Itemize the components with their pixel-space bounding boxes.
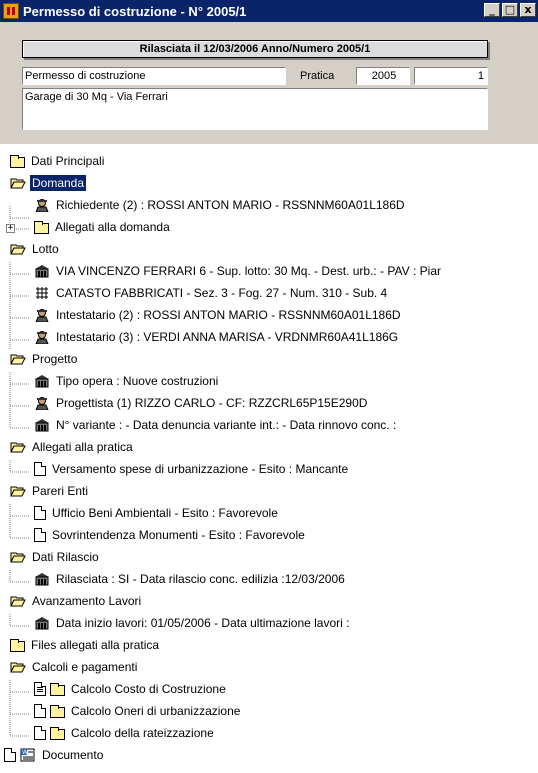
document-icon bbox=[34, 528, 46, 542]
tree-node-dati-principali[interactable]: Dati Principali bbox=[10, 150, 106, 172]
close-button[interactable]: x bbox=[520, 3, 536, 17]
folder-closed-icon bbox=[50, 682, 65, 696]
folder-open-icon bbox=[10, 595, 26, 607]
person-icon bbox=[34, 330, 50, 345]
tree-node-allegati-pratica[interactable]: Allegati alla pratica bbox=[10, 436, 135, 458]
tree-node-documento[interactable]: W Documento bbox=[4, 744, 105, 766]
person-icon bbox=[34, 396, 50, 411]
title-bar[interactable]: Permesso di costruzione - N° 2005/1 _ □ … bbox=[0, 0, 538, 22]
tree-node-versamento[interactable]: Versamento spese di urbanizzazione - Esi… bbox=[34, 458, 350, 480]
folder-open-icon bbox=[10, 661, 26, 673]
tree-node-intestatario-3[interactable]: Intestatario (3) : VERDI ANNA MARISA - V… bbox=[34, 326, 400, 348]
folder-open-icon bbox=[10, 243, 26, 255]
window-title: Permesso di costruzione - N° 2005/1 bbox=[23, 3, 247, 19]
folder-open-icon bbox=[10, 485, 26, 497]
tree-node-calcolo-rate[interactable]: Calcolo della rateizzazione bbox=[34, 722, 216, 744]
folder-closed-icon bbox=[10, 638, 25, 652]
tree-node-tipo-opera[interactable]: Tipo opera : Nuove costruzioni bbox=[34, 370, 220, 392]
tree-node-files-allegati[interactable]: Files allegati alla pratica bbox=[10, 634, 161, 656]
folder-closed-icon bbox=[10, 154, 25, 168]
type-field[interactable]: Permesso di costruzione bbox=[22, 67, 286, 85]
tree-node-progetto[interactable]: Progetto bbox=[10, 348, 79, 370]
tree-node-progettista[interactable]: Progettista (1) RIZZO CARLO - CF: RZZCRL… bbox=[34, 392, 369, 414]
document-icon bbox=[34, 506, 46, 520]
tree-node-domanda[interactable]: Domanda bbox=[10, 172, 87, 194]
status-banner: Rilasciata il 12/03/2006 Anno/Numero 200… bbox=[22, 40, 488, 58]
minimize-button[interactable]: _ bbox=[484, 3, 500, 17]
folder-open-icon bbox=[10, 551, 26, 563]
building-icon bbox=[34, 572, 50, 586]
building-icon bbox=[34, 264, 50, 278]
folder-closed-icon bbox=[50, 726, 65, 740]
document-icon bbox=[4, 748, 16, 762]
document-icon bbox=[34, 462, 46, 476]
description-field[interactable]: Garage di 30 Mq - Via Ferrari bbox=[22, 88, 488, 130]
year-field[interactable]: 2005 bbox=[356, 67, 410, 85]
header-panel: Rilasciata il 12/03/2006 Anno/Numero 200… bbox=[0, 22, 538, 144]
tree-node-calcolo-costo[interactable]: Calcolo Costo di Costruzione bbox=[34, 678, 228, 700]
tree-node-avanzamento[interactable]: Avanzamento Lavori bbox=[10, 590, 143, 612]
tree-node-calcolo-oneri[interactable]: Calcolo Oneri di urbanizzazione bbox=[34, 700, 242, 722]
document-lines-icon bbox=[34, 682, 46, 696]
building-icon bbox=[34, 616, 50, 630]
tree-node-data-inizio[interactable]: Data inizio lavori: 01/05/2006 - Data ul… bbox=[34, 612, 351, 634]
dossier-tree[interactable]: Dati Principali Domanda Richiedente (2) … bbox=[0, 150, 538, 773]
svg-text:W: W bbox=[22, 749, 28, 756]
tree-node-intestatario-2[interactable]: Intestatario (2) : ROSSI ANTON MARIO - R… bbox=[34, 304, 403, 326]
building-icon bbox=[34, 418, 50, 432]
folder-open-icon bbox=[10, 353, 26, 365]
tree-node-richiedente[interactable]: Richiedente (2) : ROSSI ANTON MARIO - RS… bbox=[34, 194, 407, 216]
tree-node-allegati-domanda[interactable]: Allegati alla domanda bbox=[34, 216, 172, 238]
document-icon bbox=[34, 704, 46, 718]
tree-node-sovrintendenza[interactable]: Sovrintendenza Monumenti - Esito : Favor… bbox=[34, 524, 307, 546]
cadastre-grid-icon bbox=[34, 286, 50, 300]
word-document-icon: W bbox=[20, 748, 36, 762]
app-icon bbox=[3, 3, 19, 19]
tree-node-variante[interactable]: N° variante : - Data denuncia variante i… bbox=[34, 414, 398, 436]
tree-node-indirizzo[interactable]: VIA VINCENZO FERRARI 6 - Sup. lotto: 30 … bbox=[34, 260, 443, 282]
person-icon bbox=[34, 198, 50, 213]
folder-closed-icon bbox=[34, 220, 49, 234]
tree-node-catasto[interactable]: CATASTO FABBRICATI - Sez. 3 - Fog. 27 - … bbox=[34, 282, 389, 304]
tree-node-calcoli[interactable]: Calcoli e pagamenti bbox=[10, 656, 139, 678]
document-icon bbox=[34, 726, 46, 740]
tree-node-rilasciata[interactable]: Rilasciata : SI - Data rilascio conc. ed… bbox=[34, 568, 347, 590]
folder-closed-icon bbox=[50, 704, 65, 718]
building-icon bbox=[34, 374, 50, 388]
person-icon bbox=[34, 308, 50, 323]
app-window: Permesso di costruzione - N° 2005/1 _ □ … bbox=[0, 0, 538, 773]
maximize-button[interactable]: □ bbox=[502, 3, 518, 17]
tree-node-pareri-enti[interactable]: Pareri Enti bbox=[10, 480, 90, 502]
pratica-label: Pratica bbox=[300, 70, 335, 82]
tree-node-dati-rilascio[interactable]: Dati Rilascio bbox=[10, 546, 101, 568]
tree-node-lotto[interactable]: Lotto bbox=[10, 238, 61, 260]
folder-open-icon bbox=[10, 177, 26, 189]
tree-node-ufficio-beni[interactable]: Ufficio Beni Ambientali - Esito : Favore… bbox=[34, 502, 280, 524]
folder-open-icon bbox=[10, 441, 26, 453]
number-field[interactable]: 1 bbox=[414, 67, 488, 85]
expand-toggle[interactable]: + bbox=[6, 224, 15, 233]
